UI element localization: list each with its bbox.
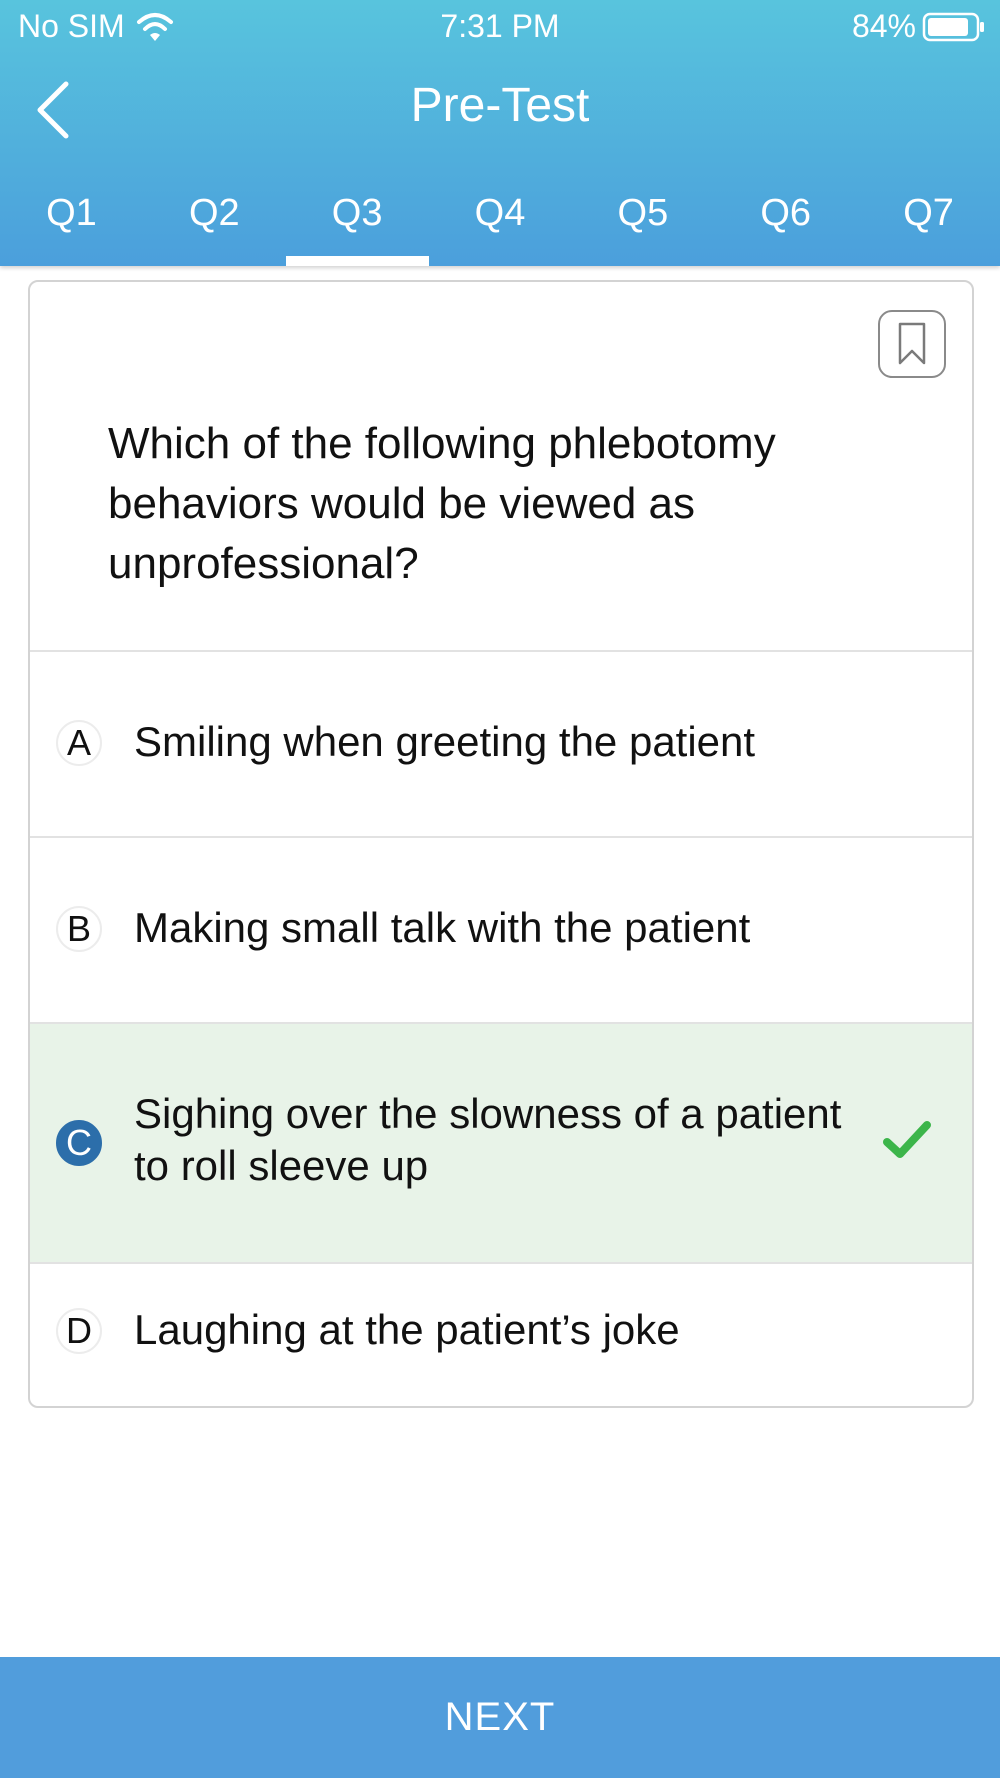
app-header: No SIM 7:31 PM 84% Pre-Test Q1 Q2 Q3 Q4 … — [0, 0, 1000, 266]
checkmark-icon — [883, 1121, 931, 1158]
answer-option-c-selected[interactable]: C Sighing over the slowness of a patient… — [30, 1022, 972, 1262]
tab-label: Q7 — [903, 192, 954, 234]
tab-label: Q6 — [760, 192, 812, 234]
tab-q4[interactable]: Q4 — [429, 176, 572, 266]
answer-option-d[interactable]: D Laughing at the patient’s joke — [30, 1262, 972, 1406]
next-button[interactable]: NEXT — [0, 1657, 1000, 1778]
option-letter-badge: D — [56, 1308, 102, 1354]
tab-q1[interactable]: Q1 — [0, 176, 143, 266]
tab-label: Q1 — [46, 192, 97, 234]
tab-label: Q4 — [474, 192, 526, 234]
selected-option-letter-badge: C — [56, 1120, 102, 1166]
tab-q3[interactable]: Q3 — [285, 176, 429, 266]
status-time: 7:31 PM — [440, 8, 560, 44]
battery-status: 84% — [852, 8, 986, 45]
tab-q2[interactable]: Q2 — [143, 176, 286, 266]
answer-options: A Smiling when greeting the patient B Ma… — [30, 650, 972, 1406]
tab-label: Q5 — [617, 192, 669, 234]
status-bar: No SIM 7:31 PM 84% — [0, 0, 1000, 56]
option-text: Smiling when greeting the patient — [134, 718, 756, 765]
option-text: Making small talk with the patient — [134, 904, 751, 951]
battery-icon — [922, 12, 984, 41]
option-text: Laughing at the patient’s joke — [134, 1306, 680, 1353]
tab-q6[interactable]: Q6 — [714, 176, 857, 266]
tab-q5[interactable]: Q5 — [571, 176, 714, 266]
question-tabs: Q1 Q2 Q3 Q4 Q5 Q6 Q7 — [0, 176, 1000, 266]
question-text: Which of the following phlebotomy behavi… — [108, 419, 776, 588]
answer-option-b[interactable]: B Making small talk with the patient — [30, 836, 972, 1022]
bookmark-button[interactable] — [878, 310, 946, 378]
option-text: Sighing over the slowness of a patient t… — [134, 1090, 842, 1189]
option-letter-badge: B — [56, 906, 102, 952]
tab-q7[interactable]: Q7 — [857, 176, 1000, 266]
tab-label: Q3 — [331, 192, 383, 234]
active-tab-indicator — [285, 256, 429, 266]
battery-percent: 84% — [851, 8, 916, 44]
option-letter-badge: A — [56, 720, 102, 766]
tab-label: Q2 — [188, 192, 240, 234]
question-card: Which of the following phlebotomy behavi… — [28, 280, 974, 1408]
answer-option-a[interactable]: A Smiling when greeting the patient — [30, 650, 972, 836]
bookmark-icon — [898, 322, 926, 365]
page-title: Pre-Test — [410, 79, 590, 132]
